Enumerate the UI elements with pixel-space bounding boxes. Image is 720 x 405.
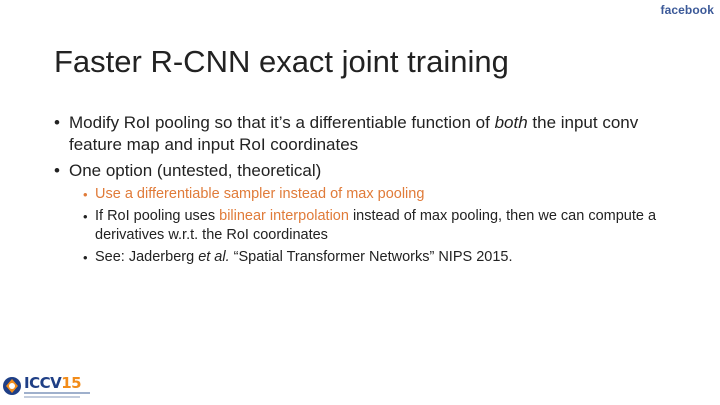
bullet-list: • Modify RoI pooling so that it’s a diff… [54, 112, 674, 271]
bullet-text: Modify RoI pooling so that it’s a differ… [69, 113, 495, 132]
bullet-item: • One option (untested, theoretical) • U… [54, 160, 674, 267]
subbullet-emphasis: et al. [198, 249, 230, 265]
subbullet-text: Use a differentiable sampler instead of … [95, 186, 425, 202]
logo-underline-2 [24, 396, 80, 398]
bullet-item: • Modify RoI pooling so that it’s a diff… [54, 112, 674, 156]
bullet-text: One option (untested, theoretical) [69, 161, 322, 180]
subbullet-item: • If RoI pooling uses bilinear interpola… [69, 207, 674, 245]
subbullet-item: • Use a differentiable sampler instead o… [69, 185, 674, 204]
iccv-logo: ICCV15 [2, 374, 92, 402]
iccv-logo-main: ICCV [24, 374, 62, 392]
logo-underline [24, 392, 90, 394]
subbullet-text: See: Jaderberg [95, 249, 199, 265]
bullet-dot: • [54, 161, 60, 180]
subbullet-text-after: “Spatial Transformer Networks” NIPS 2015… [229, 249, 513, 265]
subbullet-item: • See: Jaderberg et al. “Spatial Transfo… [69, 248, 674, 267]
bullet-dot: • [54, 113, 60, 132]
slide-title: Faster R-CNN exact joint training [54, 44, 509, 79]
bullet-emphasis: both [494, 113, 528, 132]
subbullet-highlight: bilinear interpolation [219, 208, 349, 224]
subbullet-dot: • [83, 250, 88, 265]
slide: facebook Faster R-CNN exact joint traini… [0, 0, 720, 405]
iccv-logo-num: 15 [61, 374, 82, 392]
iccv-logo-text: ICCV15 [24, 374, 82, 392]
subbullet-text: If RoI pooling uses [95, 208, 220, 224]
iccv-logo-icon [3, 377, 21, 395]
subbullet-dot: • [83, 209, 88, 224]
subbullet-dot: • [83, 187, 88, 202]
facebook-logo: facebook [660, 3, 714, 17]
